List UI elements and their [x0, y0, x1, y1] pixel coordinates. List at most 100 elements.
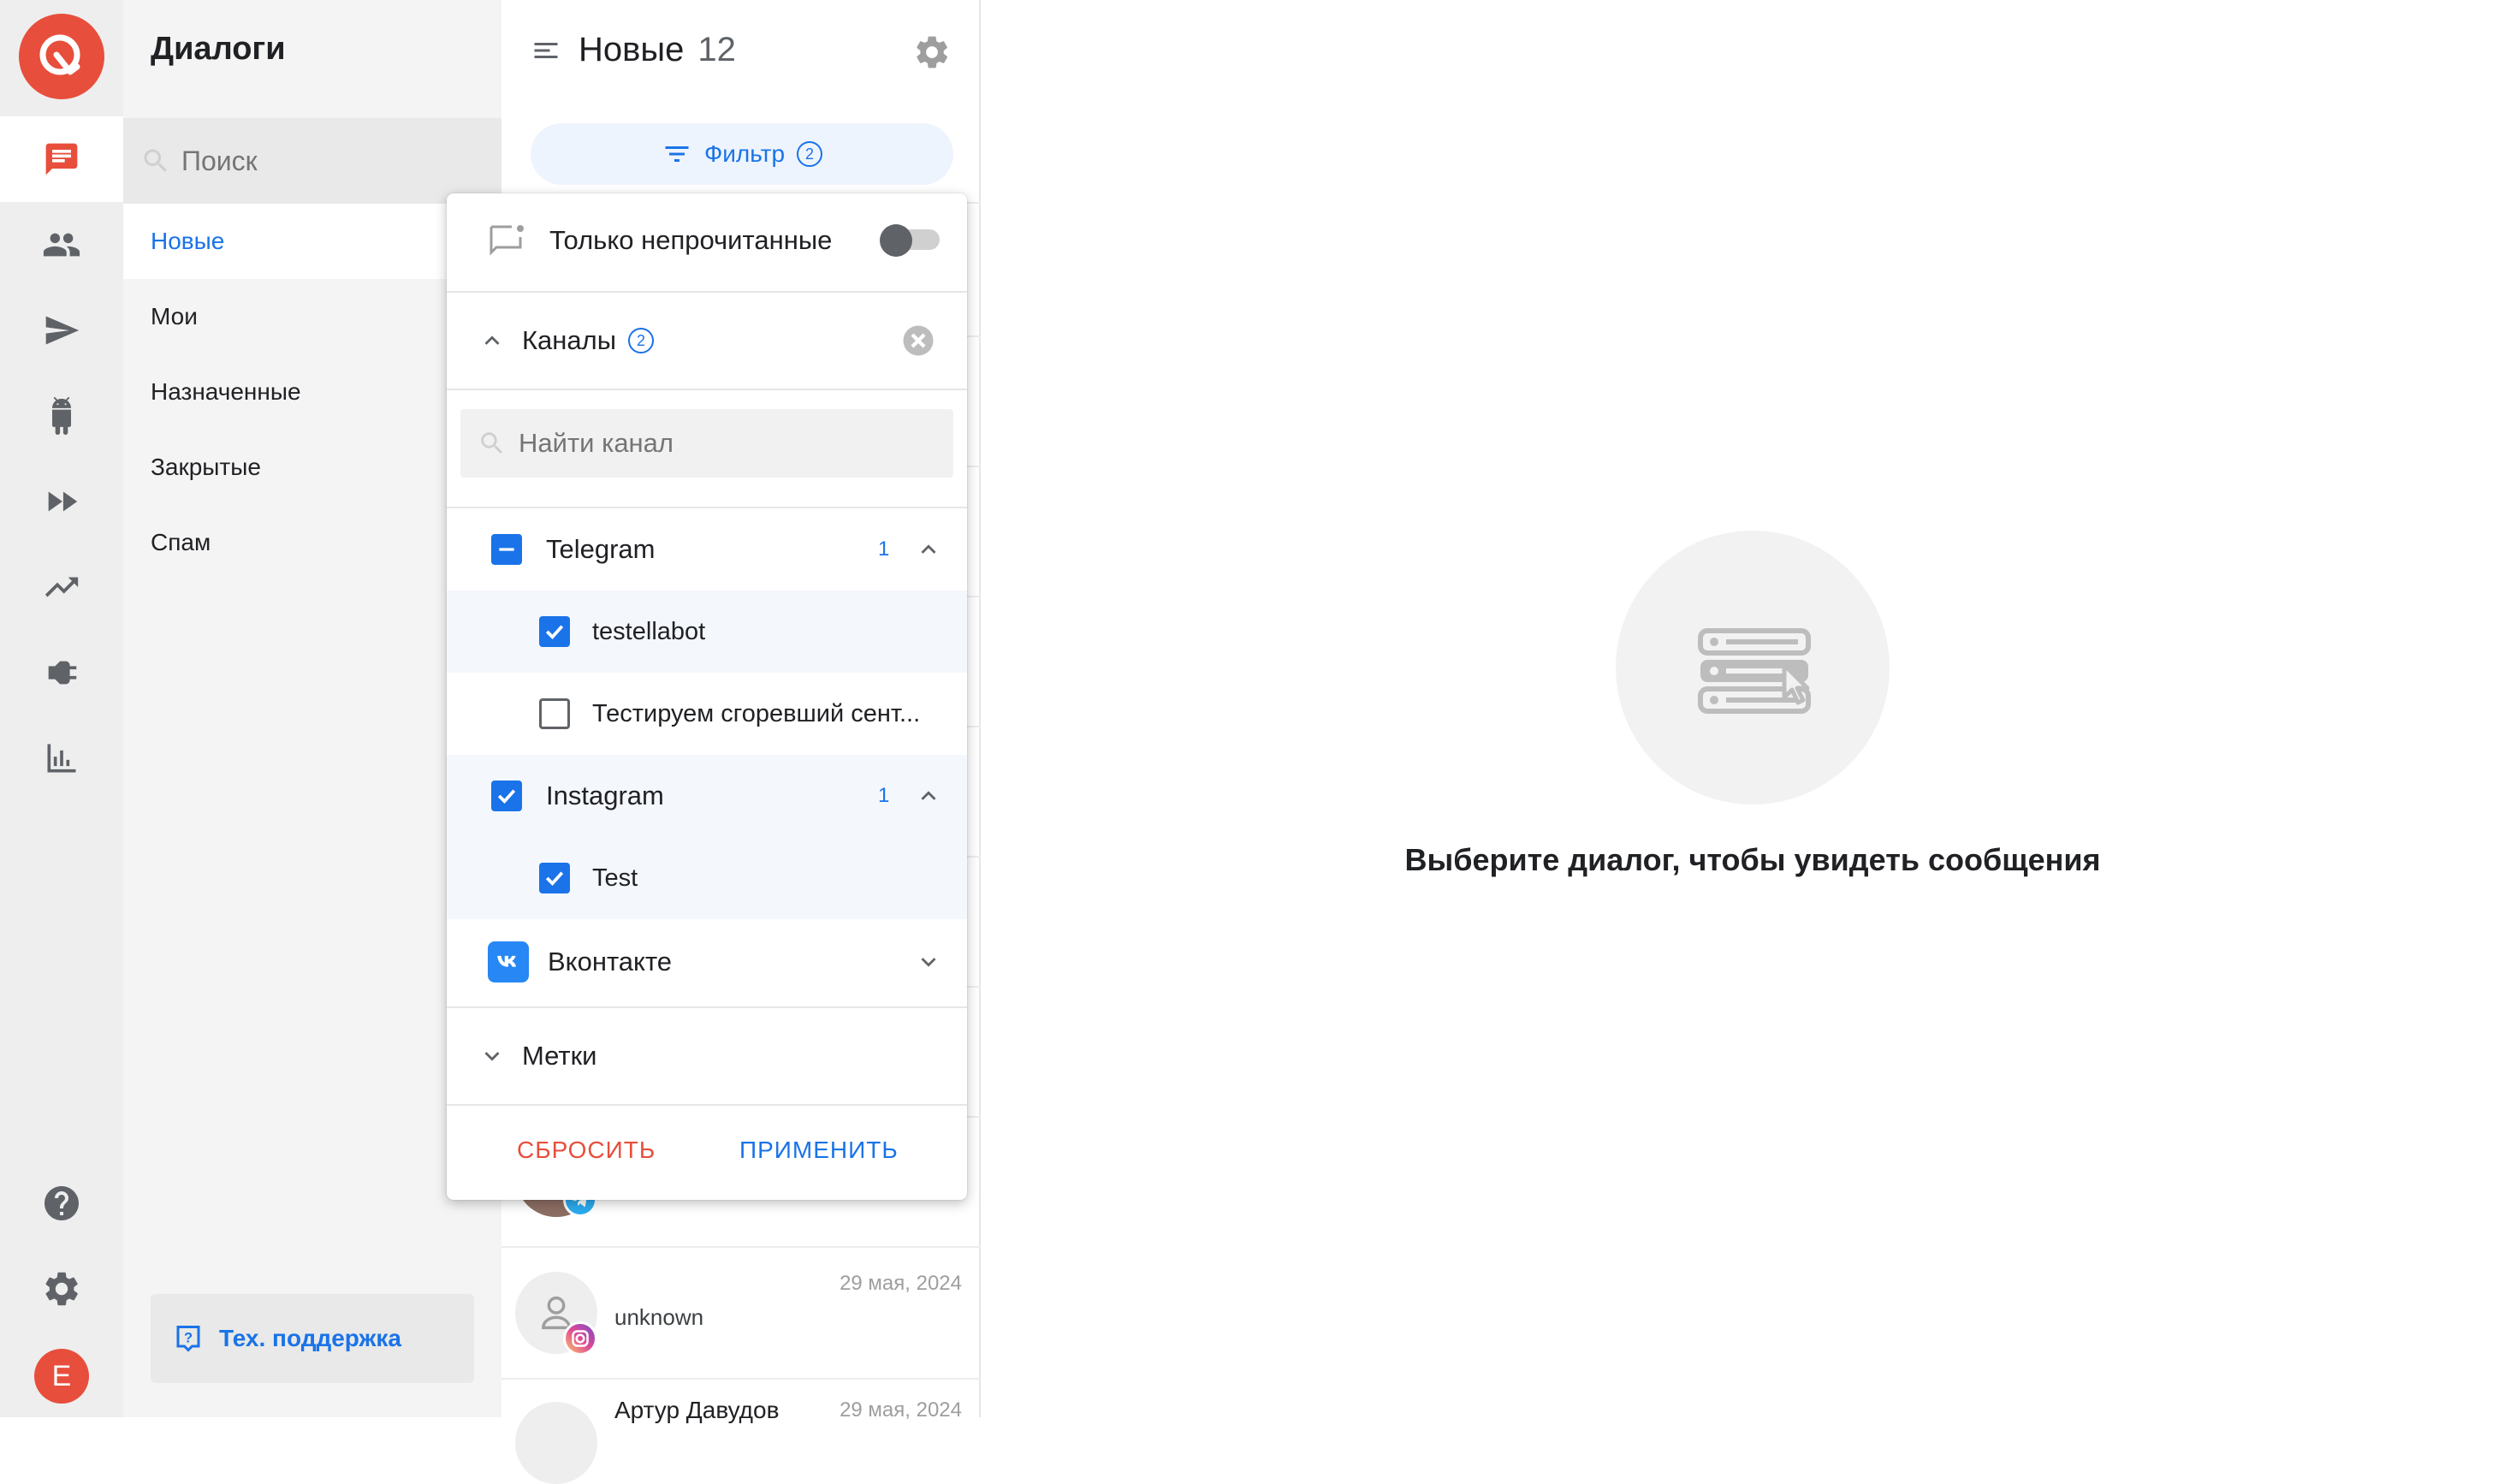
test-checkbox[interactable] [539, 863, 570, 893]
unread-chat-icon [490, 225, 524, 256]
rail-trends[interactable] [0, 544, 123, 630]
list-title: Новые [579, 31, 685, 68]
svg-text:?: ? [184, 1331, 193, 1346]
channels-count-badge: 2 [628, 328, 655, 353]
channel-item-test[interactable]: Test [447, 837, 967, 919]
clear-channels-icon[interactable] [900, 323, 936, 359]
logo-icon [39, 34, 80, 75]
telegram-checkbox[interactable] [491, 534, 522, 565]
empty-state-text: Выберите диалог, чтобы увидеть сообщения [1404, 842, 2101, 877]
filter-label: Фильтр [703, 140, 786, 167]
list-header: Новые 12 [531, 31, 736, 69]
channel-group-telegram[interactable]: Telegram 1 [447, 508, 967, 591]
chevron-up-icon [484, 335, 500, 345]
search-input[interactable] [180, 144, 436, 178]
sidebar-item-mine[interactable]: Мои [123, 279, 501, 354]
send-icon [45, 316, 80, 345]
list-select-icon [1698, 628, 1811, 714]
sentry-label: Тестируем сгоревший сент... [592, 699, 921, 727]
vk-label: Вконтакте [548, 947, 673, 976]
sidebar-search[interactable] [123, 118, 501, 204]
unread-only-row[interactable]: Только непрочитанные [447, 216, 967, 265]
channels-label: Каналы [522, 325, 617, 355]
testellabot-checkbox[interactable] [539, 616, 570, 647]
row-date: 29 мая, 2024 [840, 1272, 962, 1295]
channel-group-instagram[interactable]: Instagram 1 [447, 755, 967, 837]
help-icon [45, 1186, 79, 1220]
search-icon [144, 149, 167, 172]
channels-section-header[interactable]: Каналы 2 [447, 293, 967, 389]
row-name: unknown [614, 1304, 704, 1330]
sentry-checkbox[interactable] [539, 698, 570, 729]
left-rail: E [0, 0, 123, 1417]
telegram-count: 1 [878, 537, 890, 561]
rail-contacts[interactable] [0, 202, 123, 288]
search-icon [481, 432, 503, 454]
sidebar-title: Диалоги [151, 31, 286, 67]
filter-icon [665, 146, 689, 162]
bot-icon [52, 397, 71, 435]
filter-button[interactable]: Фильтр 2 [531, 123, 953, 185]
user-avatar[interactable]: E [34, 1349, 89, 1404]
list-row[interactable]: 29 мая, 2024 Артур Давудов [501, 1378, 981, 1484]
row-name: Артур Давудов [614, 1397, 780, 1423]
empty-state-illustration [1616, 531, 1890, 804]
row-date: 29 мая, 2024 [840, 1398, 962, 1422]
rail-bots[interactable] [0, 373, 123, 459]
plug-icon [48, 661, 77, 685]
sidebar-item-spam[interactable]: Спам [123, 505, 501, 580]
channel-item-testellabot[interactable]: testellabot [447, 591, 967, 673]
channel-search[interactable] [460, 409, 953, 478]
instagram-badge-icon [563, 1321, 597, 1356]
app-logo[interactable] [19, 14, 104, 99]
vk-icon [488, 941, 529, 982]
people-icon [43, 233, 80, 257]
unread-only-label: Только непрочитанные [549, 225, 833, 255]
filter-count-badge: 2 [797, 141, 823, 167]
channel-search-input[interactable] [517, 427, 928, 460]
sidebar-nav: Новые Мои Назначенные Закрытые Спам [123, 204, 501, 580]
analytics-icon [47, 744, 76, 773]
trending-icon [45, 577, 79, 597]
test-label: Test [592, 864, 638, 892]
instagram-label: Instagram [546, 781, 664, 810]
channel-group-vk[interactable]: Вконтакте [447, 919, 967, 1005]
rail-automation[interactable] [0, 459, 123, 544]
chevron-up-icon[interactable] [914, 781, 943, 810]
chevron-down-icon [484, 1052, 500, 1061]
testellabot-label: testellabot [592, 617, 706, 645]
chevron-up-icon[interactable] [914, 535, 943, 564]
support-label: Тех. поддержка [219, 1325, 401, 1351]
rail-broadcast[interactable] [0, 288, 123, 373]
list-row[interactable]: 29 мая, 2024 unknown [501, 1246, 981, 1376]
gear-icon [917, 36, 948, 68]
menu-icon[interactable] [531, 35, 561, 66]
list-count: 12 [697, 31, 736, 68]
apply-button[interactable]: ПРИМЕНИТЬ [739, 1137, 899, 1164]
tags-label: Метки [522, 1041, 597, 1071]
filter-popup: Только непрочитанные Каналы 2 Telegram 1… [447, 193, 967, 1200]
forward-icon [48, 491, 78, 512]
chevron-down-icon[interactable] [914, 947, 943, 976]
rail-analytics[interactable] [0, 715, 123, 801]
support-button[interactable]: ? Тех. поддержка [151, 1294, 474, 1383]
chat-icon [45, 143, 78, 175]
rail-integrations[interactable] [0, 630, 123, 715]
rail-help[interactable] [0, 1160, 123, 1246]
instagram-checkbox[interactable] [491, 781, 522, 811]
sidebar-item-new[interactable]: Новые [123, 204, 501, 279]
channel-item-sentry[interactable]: Тестируем сгоревший сент... [447, 673, 967, 755]
sidebar-item-assigned[interactable]: Назначенные [123, 354, 501, 430]
reset-button[interactable]: СБРОСИТЬ [517, 1137, 656, 1164]
list-settings-button[interactable] [912, 33, 952, 76]
dialogs-sidebar: Диалоги Новые Мои Назначенные Закрытые С… [123, 0, 501, 1417]
telegram-label: Telegram [546, 534, 656, 564]
avatar [515, 1402, 597, 1484]
unread-only-toggle[interactable] [880, 224, 943, 257]
sidebar-item-closed[interactable]: Закрытые [123, 430, 501, 505]
rail-dialogs[interactable] [0, 116, 123, 202]
settings-icon [45, 1272, 78, 1306]
rail-settings[interactable] [0, 1246, 123, 1332]
tags-section-header[interactable]: Метки [447, 1008, 967, 1104]
instagram-count: 1 [878, 784, 890, 807]
